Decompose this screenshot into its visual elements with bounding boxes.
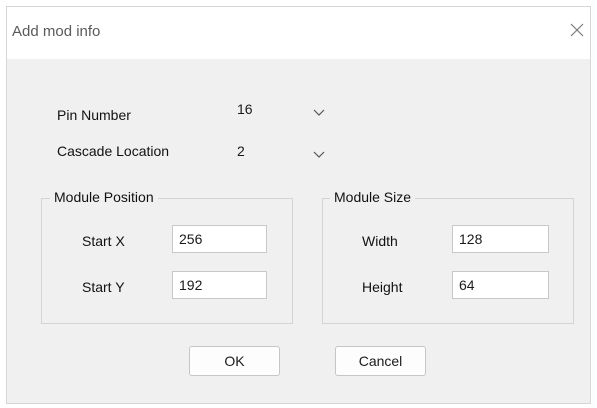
height-value: 64 <box>459 277 475 293</box>
height-label: Height <box>362 279 403 295</box>
pin-number-dropdown[interactable]: 16 <box>227 97 333 123</box>
title-bar: Add mod info <box>7 7 590 59</box>
cascade-location-label: Cascade Location <box>57 143 170 159</box>
close-icon[interactable] <box>568 21 586 39</box>
start-y-value: 192 <box>179 277 203 293</box>
start-y-label: Start Y <box>82 279 125 295</box>
start-y-input[interactable]: 192 <box>172 271 267 299</box>
width-input[interactable]: 128 <box>452 225 549 253</box>
height-input[interactable]: 64 <box>452 271 549 299</box>
module-position-group <box>41 198 293 324</box>
cancel-button[interactable]: Cancel <box>335 346 426 376</box>
start-x-value: 256 <box>179 231 203 247</box>
module-size-title: Module Size <box>330 189 416 205</box>
width-label: Width <box>362 233 398 249</box>
pin-number-value: 16 <box>237 101 253 117</box>
start-x-label: Start X <box>82 233 125 249</box>
ok-button[interactable]: OK <box>189 346 280 376</box>
width-value: 128 <box>459 231 483 247</box>
dialog-title: Add mod info <box>12 23 101 40</box>
chevron-down-icon <box>313 104 325 116</box>
add-mod-info-dialog: Add mod info Pin Number 16 Cascade Locat… <box>6 6 591 404</box>
cascade-location-dropdown[interactable]: 2 <box>227 139 333 165</box>
pin-number-label: Pin Number <box>57 107 131 123</box>
module-size-group <box>322 198 574 324</box>
chevron-down-icon <box>313 146 325 158</box>
start-x-input[interactable]: 256 <box>172 225 267 253</box>
cascade-location-value: 2 <box>237 143 245 159</box>
module-position-title: Module Position <box>50 189 158 205</box>
